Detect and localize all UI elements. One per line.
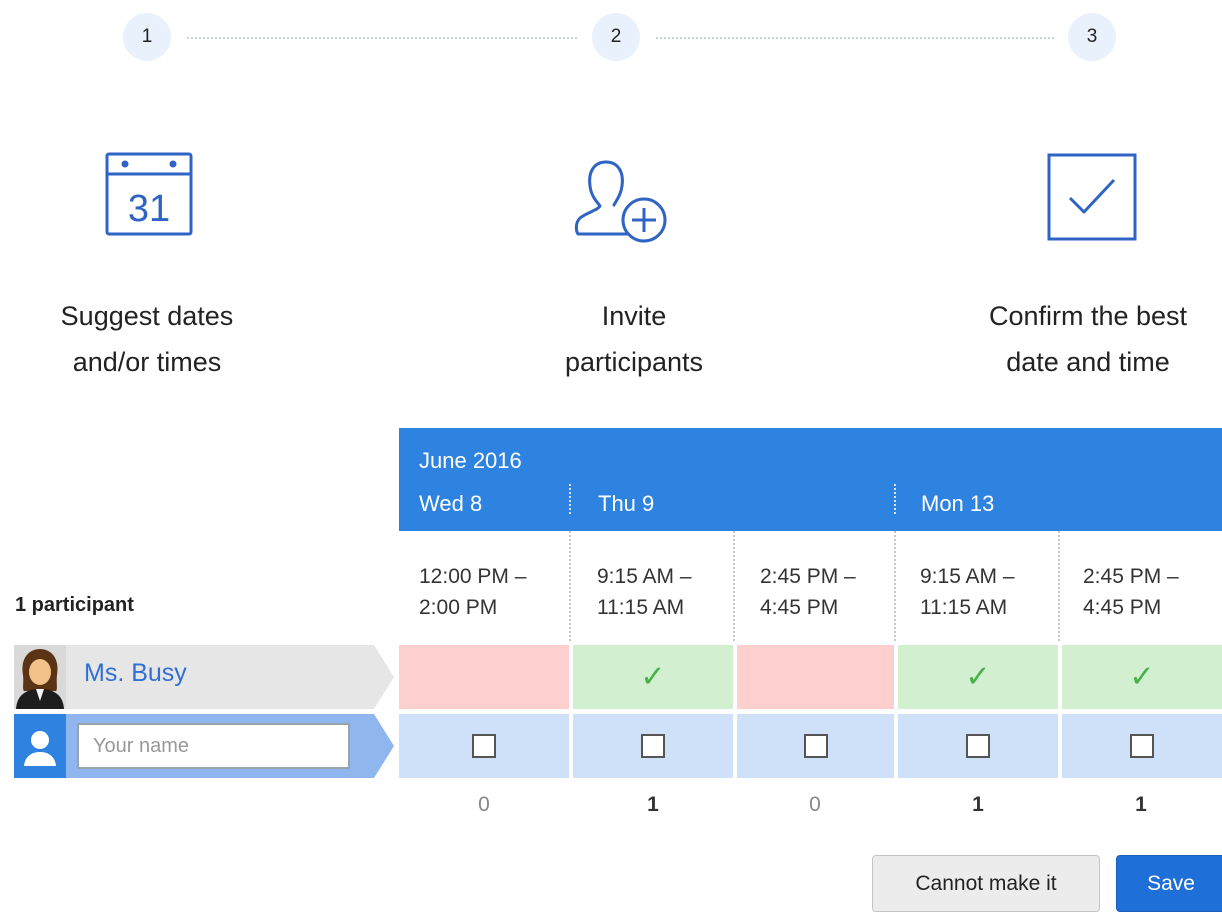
column-divider: [569, 531, 571, 641]
poll-header: June 2016 Wed 8 Thu 9 Mon 13: [399, 428, 1222, 531]
vote-count: 1: [972, 793, 984, 816]
availability-checkbox[interactable]: [472, 734, 496, 758]
step-3-label: Confirm the best date and time: [988, 301, 1188, 377]
column-divider: [1058, 531, 1060, 641]
time-slot: 2:45 PM – 4:45 PM: [1083, 565, 1179, 619]
availability-checkbox[interactable]: [803, 734, 828, 758]
day-label: Thu 9: [598, 491, 655, 516]
month-label: June 2016: [419, 448, 522, 473]
checkbox-checked-icon: [1046, 152, 1138, 247]
save-button[interactable]: Save: [1116, 855, 1222, 912]
step-2-indicator: 2: [592, 13, 640, 61]
calendar-icon: 31: [104, 150, 194, 245]
your-name-input[interactable]: [77, 723, 350, 769]
calendar-day-text: 31: [128, 188, 170, 230]
availability-cell: [737, 714, 894, 778]
availability-cell: [399, 714, 569, 778]
checkmark-icon: ✓: [1129, 660, 1155, 694]
response-cell-yes: ✓: [1062, 645, 1222, 709]
participant-row-tab: [14, 645, 394, 709]
avatar: [14, 645, 66, 709]
availability-checkbox[interactable]: [966, 734, 990, 758]
step-2-label: Invite participants: [564, 301, 704, 377]
time-slot: 12:00 PM – 2:00 PM: [419, 565, 527, 619]
checkmark-icon: ✓: [640, 660, 666, 694]
time-slot: 9:15 AM – 11:15 AM: [597, 565, 692, 619]
add-user-icon: [572, 150, 676, 251]
vote-count: 0: [478, 793, 490, 816]
vote-count: 1: [1135, 793, 1147, 816]
vote-count: 1: [647, 793, 659, 816]
time-slot: 2:45 PM – 4:45 PM: [760, 565, 856, 619]
step-3-indicator: 3: [1068, 13, 1116, 61]
user-placeholder-icon: [14, 714, 66, 778]
step-connector: [656, 37, 1054, 39]
response-cell-yes: ✓: [573, 645, 733, 709]
day-divider: [894, 484, 896, 514]
time-slot: 9:15 AM – 11:15 AM: [920, 565, 1015, 619]
participant-name-link[interactable]: Ms. Busy: [84, 659, 187, 688]
day-label: Wed 8: [419, 491, 483, 516]
step-connector: [187, 37, 577, 39]
day-divider: [569, 484, 571, 514]
availability-cell: [1062, 714, 1222, 778]
cannot-make-it-button[interactable]: Cannot make it: [872, 855, 1100, 912]
response-cell-yes: ✓: [898, 645, 1058, 709]
availability-checkbox[interactable]: [1130, 734, 1154, 758]
availability-checkbox[interactable]: [641, 734, 665, 758]
step-1-indicator: 1: [123, 13, 171, 61]
participant-count: 1 participant: [15, 594, 134, 616]
day-label: Mon 13: [921, 491, 995, 516]
column-divider: [733, 531, 735, 641]
availability-cell: [573, 714, 733, 778]
response-cell-no: [737, 645, 894, 709]
step-1-label: Suggest dates and/or times: [60, 301, 234, 377]
availability-cell: [898, 714, 1058, 778]
response-cell-no: [399, 645, 569, 709]
vote-count: 0: [809, 793, 821, 816]
checkmark-icon: ✓: [965, 660, 991, 694]
column-divider: [894, 531, 896, 641]
